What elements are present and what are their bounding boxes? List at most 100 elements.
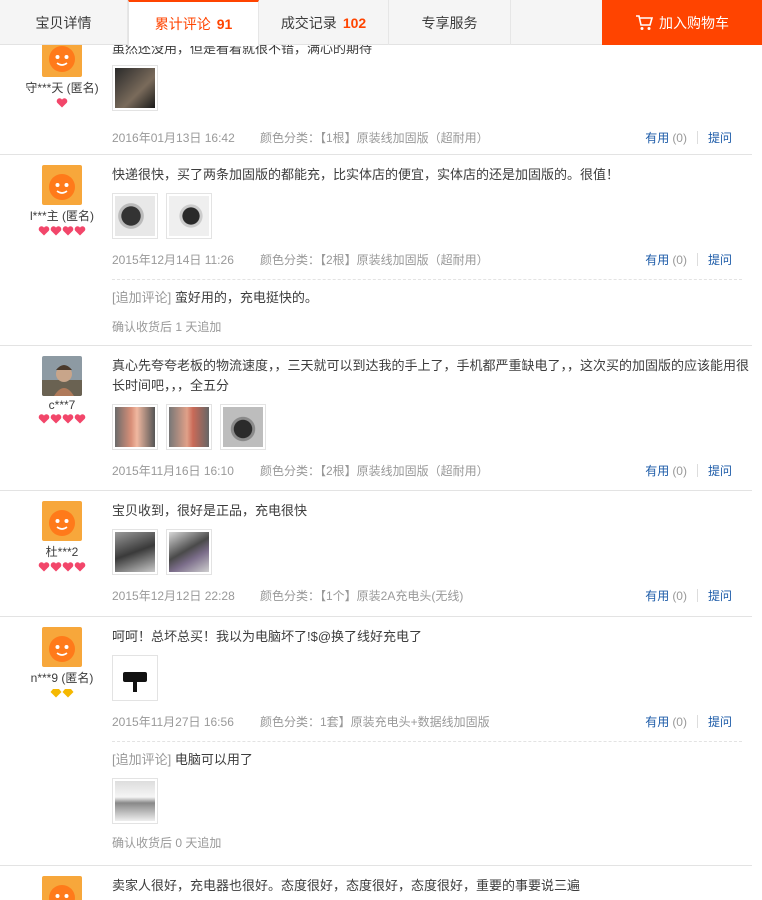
tab-bar: 宝贝详情 累计评论 91 成交记录 102 专享服务 加入购物车 — [0, 0, 762, 46]
ask-button[interactable]: 提问 — [708, 251, 732, 268]
user-rank — [0, 98, 124, 110]
useful-button[interactable]: 有用 (0) — [645, 251, 687, 268]
heart-icon — [74, 414, 86, 424]
add-to-cart-button[interactable]: 加入购物车 — [602, 0, 762, 45]
ask-button[interactable]: 提问 — [708, 462, 732, 479]
heart-icon — [50, 414, 62, 424]
useful-count: (0) — [672, 714, 687, 729]
review-item: 守***天 (匿名) 虽然还没用，但是看着就很不错，满心的期待 2016年01月… — [0, 37, 752, 155]
append-tag: [追加评论] — [112, 290, 172, 305]
review-photo[interactable] — [112, 529, 158, 575]
user-name: l***主 (匿名) — [29, 209, 94, 223]
tab-reviews-count: 91 — [216, 16, 233, 32]
review-text: 真心先夸夸老板的物流速度，，三天就可以到达我的手上了，手机都严重缺电了，，这次买… — [112, 358, 750, 393]
tab-sales-label: 成交记录 — [280, 14, 337, 31]
user-rank — [0, 226, 124, 238]
tab-spacer — [511, 0, 602, 44]
divider — [696, 130, 698, 144]
diamond-icon — [62, 689, 74, 698]
append-tag: [追加评论] — [112, 752, 172, 767]
user-rank — [0, 688, 124, 700]
tab-service[interactable]: 专享服务 — [389, 0, 511, 45]
review-text: 宝贝收到，很好是正品，充电很快 — [112, 503, 308, 518]
review-item: l***主 (匿名) 快递很快，买了两条加固版的都能充，比实体店的便宜，实体店的… — [0, 155, 752, 346]
user-rank — [0, 562, 124, 574]
useful-label: 有用 — [645, 252, 670, 267]
divider — [696, 463, 698, 477]
tab-detail-label: 宝贝详情 — [35, 14, 92, 31]
review-user: l***主 (匿名) — [0, 165, 124, 238]
tab-sales-count: 102 — [342, 14, 367, 31]
ask-button[interactable]: 提问 — [708, 129, 732, 146]
review-item: c***7 真心先夸夸老板的物流速度，，三天就可以到达我的手上了，手机都严重缺电… — [0, 346, 752, 491]
review-text: 呵呵！总坏总买！我以为电脑坏了!$@换了线好充电了 — [112, 629, 423, 644]
heart-icon — [38, 414, 50, 424]
review-text: 卖家人很好，充电器也很好。态度很好，态度很好，态度很好，重要的事要说三遍 — [112, 878, 581, 893]
review-photo[interactable] — [112, 65, 158, 111]
tab-sales[interactable]: 成交记录 102 — [259, 0, 389, 45]
useful-button[interactable]: 有用 (0) — [645, 462, 687, 479]
append-note: 确认收货后 1 天追加 — [112, 320, 222, 334]
heart-icon — [62, 414, 74, 424]
review-photo[interactable] — [166, 193, 212, 239]
ask-button[interactable]: 提问 — [708, 587, 732, 604]
append-review: [追加评论] 电脑可以用了 — [112, 741, 742, 770]
review-photo[interactable] — [166, 529, 212, 575]
useful-button[interactable]: 有用 (0) — [645, 713, 687, 730]
review-date: 2015年12月14日 11:26 — [112, 252, 234, 267]
append-review: [追加评论] 蛮好用的，充电挺快的。 — [112, 279, 742, 308]
heart-icon — [38, 226, 50, 236]
review-user — [0, 876, 124, 900]
useful-button[interactable]: 有用 (0) — [645, 129, 687, 146]
useful-count: (0) — [672, 588, 687, 603]
review-user: c***7 — [0, 356, 124, 426]
user-name: n***9 (匿名) — [30, 671, 94, 685]
review-user: 杜***2 — [0, 501, 124, 574]
useful-label: 有用 — [645, 463, 670, 478]
avatar — [42, 165, 82, 205]
ask-button[interactable]: 提问 — [708, 713, 732, 730]
tab-reviews[interactable]: 累计评论 91 — [128, 0, 259, 46]
user-name: 守***天 (匿名) — [25, 81, 99, 95]
tab-detail[interactable]: 宝贝详情 — [0, 0, 128, 45]
review-date: 2015年12月12日 22:28 — [112, 588, 235, 603]
heart-icon — [62, 562, 74, 572]
useful-count: (0) — [672, 252, 687, 267]
review-date: 2015年11月27日 16:56 — [112, 714, 234, 729]
review-date: 2015年11月16日 16:10 — [112, 463, 234, 478]
review-photo[interactable] — [112, 193, 158, 239]
useful-button[interactable]: 有用 (0) — [645, 587, 687, 604]
review-item: 卖家人很好，充电器也很好。态度很好，态度很好，态度很好，重要的事要说三遍 — [0, 866, 752, 900]
cart-icon — [636, 14, 653, 30]
avatar — [42, 876, 82, 900]
review-photo[interactable] — [220, 404, 266, 450]
divider — [696, 714, 698, 728]
useful-label: 有用 — [645, 714, 670, 729]
heart-icon — [74, 562, 86, 572]
review-photo[interactable] — [112, 404, 158, 450]
tab-reviews-label: 累计评论 — [154, 16, 211, 32]
review-item: 杜***2 宝贝收到，很好是正品，充电很快 2015年12月12日 22:28 … — [0, 491, 752, 617]
user-rank — [0, 414, 124, 426]
useful-label: 有用 — [645, 588, 670, 603]
avatar — [42, 501, 82, 541]
heart-icon — [38, 562, 50, 572]
user-name: c***7 — [48, 398, 76, 412]
avatar — [42, 356, 82, 396]
review-photo[interactable] — [112, 778, 158, 824]
review-photo[interactable] — [166, 404, 212, 450]
review-date: 2016年01月13日 16:42 — [112, 130, 235, 145]
useful-count: (0) — [672, 463, 687, 478]
heart-icon — [62, 226, 74, 236]
heart-icon — [74, 226, 86, 236]
append-note: 确认收货后 0 天追加 — [112, 836, 222, 850]
review-item: n***9 (匿名) 呵呵！总坏总买！我以为电脑坏了!$@换了线好充电了 201… — [0, 617, 752, 866]
heart-icon — [56, 98, 68, 108]
add-to-cart-label: 加入购物车 — [659, 14, 729, 31]
divider — [696, 588, 698, 602]
tab-service-label: 专享服务 — [421, 14, 478, 31]
useful-label: 有用 — [645, 130, 670, 145]
review-photo[interactable] — [112, 655, 158, 701]
useful-count: (0) — [672, 130, 687, 145]
review-user: 守***天 (匿名) — [0, 37, 124, 110]
